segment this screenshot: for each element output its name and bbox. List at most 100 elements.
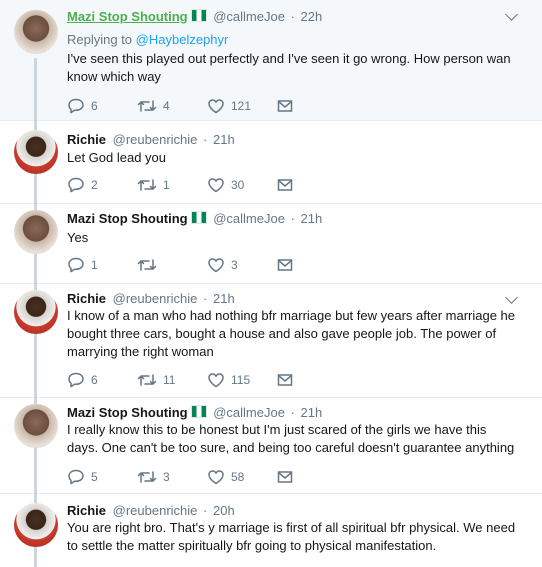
like-button[interactable]: 115	[207, 372, 277, 388]
timestamp[interactable]: 21h	[301, 405, 323, 420]
avatar[interactable]	[14, 210, 58, 254]
reply-button[interactable]: 5	[67, 469, 137, 485]
reply-button[interactable]: 6	[67, 372, 137, 388]
tweet-header: Mazi Stop Shouting @callmeJoe · 21h	[67, 405, 322, 420]
reply-icon	[68, 257, 84, 273]
direct-message-button[interactable]	[277, 373, 293, 387]
tweet-text: Let God lead you	[67, 150, 167, 165]
tweet-text: Yes	[67, 230, 89, 245]
reply-count: 5	[91, 470, 98, 484]
direct-message-button[interactable]	[277, 178, 293, 192]
tweet-text: I've seen this played out perfectly and …	[67, 51, 511, 84]
tweet-text: You are right bro. That's y marriage is …	[67, 520, 516, 553]
display-name[interactable]: Mazi Stop Shouting	[67, 405, 188, 420]
reply-button[interactable]: 2	[67, 177, 137, 193]
username[interactable]: @reubenrichie	[113, 503, 198, 518]
tweet-actions: 6 4 121	[67, 96, 293, 116]
reply-button[interactable]: 1	[67, 257, 137, 273]
like-count: 115	[231, 373, 251, 387]
like-count: 121	[231, 99, 252, 113]
display-name[interactable]: Mazi Stop Shouting	[67, 9, 188, 24]
tweet-actions: 2 1 30	[67, 175, 293, 195]
reply-count: 6	[91, 99, 98, 113]
retweet-icon	[137, 259, 157, 271]
avatar[interactable]	[14, 503, 58, 547]
username[interactable]: @callmeJoe	[213, 9, 285, 24]
like-icon	[208, 258, 224, 273]
retweet-button[interactable]: 4	[137, 98, 207, 114]
like-button[interactable]: 30	[207, 177, 277, 193]
direct-message-button[interactable]	[277, 99, 293, 113]
tweet[interactable]: Richie @reubenrichie · 21h I know of a m…	[0, 284, 542, 398]
separator: ·	[290, 211, 295, 226]
like-count: 30	[231, 178, 245, 192]
mail-icon	[277, 471, 293, 483]
reply-icon	[68, 469, 84, 485]
reply-icon	[68, 177, 84, 193]
tweet[interactable]: Richie @reubenrichie · 21h Let God lead …	[0, 121, 542, 204]
avatar[interactable]	[14, 404, 58, 448]
tweet[interactable]: Mazi Stop Shouting @callmeJoe · 22h Repl…	[0, 0, 542, 121]
display-name[interactable]: Richie	[67, 132, 106, 147]
tweet-header: Mazi Stop Shouting @callmeJoe · 22h	[67, 9, 322, 24]
chevron-down-icon[interactable]	[505, 8, 518, 21]
like-icon	[208, 178, 224, 193]
reply-button[interactable]: 6	[67, 98, 137, 114]
retweet-button[interactable]	[137, 257, 207, 273]
username[interactable]: @callmeJoe	[213, 405, 285, 420]
timestamp[interactable]: 21h	[213, 132, 235, 147]
separator: ·	[203, 503, 208, 518]
reply-count: 1	[91, 258, 98, 272]
avatar[interactable]	[14, 290, 58, 334]
display-name[interactable]: Richie	[67, 503, 106, 518]
retweet-count: 11	[163, 373, 176, 387]
separator: ·	[290, 9, 295, 24]
reply-icon	[68, 372, 84, 388]
reply-count: 2	[91, 178, 98, 192]
username[interactable]: @reubenrichie	[113, 291, 198, 306]
reply-icon	[68, 98, 84, 114]
mail-icon	[277, 179, 293, 191]
replying-to: Replying to @Haybelzephyr	[67, 32, 228, 47]
retweet-icon	[137, 100, 157, 112]
retweet-button[interactable]: 1	[137, 177, 207, 193]
tweet[interactable]: Mazi Stop Shouting @callmeJoe · 21h I re…	[0, 398, 542, 494]
separator: ·	[290, 405, 295, 420]
retweet-button[interactable]: 3	[137, 469, 207, 485]
like-count: 3	[231, 258, 238, 272]
like-button[interactable]: 58	[207, 469, 277, 485]
direct-message-button[interactable]	[277, 258, 293, 272]
retweet-count: 4	[163, 99, 170, 113]
replying-label: Replying to	[67, 32, 133, 47]
mail-icon	[277, 259, 293, 271]
tweet[interactable]: Mazi Stop Shouting @callmeJoe · 21h Yes …	[0, 204, 542, 284]
display-name[interactable]: Mazi Stop Shouting	[67, 211, 188, 226]
direct-message-button[interactable]	[277, 470, 293, 484]
timestamp[interactable]: 20h	[213, 503, 235, 518]
retweet-button[interactable]: 11	[137, 372, 207, 388]
tweet-actions: 1 3	[67, 255, 293, 275]
display-name[interactable]: Richie	[67, 291, 106, 306]
like-button[interactable]: 121	[207, 98, 277, 114]
tweet[interactable]: Richie @reubenrichie · 20h You are right…	[0, 494, 542, 567]
chevron-down-icon[interactable]	[505, 291, 518, 304]
mail-icon	[277, 374, 293, 386]
retweet-icon	[137, 179, 157, 191]
nigeria-flag-icon	[190, 405, 207, 418]
timestamp[interactable]: 22h	[301, 9, 323, 24]
like-count: 58	[231, 470, 245, 484]
avatar[interactable]	[14, 10, 58, 54]
timestamp[interactable]: 21h	[213, 291, 235, 306]
separator: ·	[203, 132, 208, 147]
username[interactable]: @callmeJoe	[213, 211, 285, 226]
like-button[interactable]: 3	[207, 257, 277, 273]
tweet-header: Richie @reubenrichie · 20h	[67, 503, 235, 518]
retweet-icon	[137, 471, 157, 483]
timestamp[interactable]: 21h	[301, 211, 323, 226]
avatar[interactable]	[14, 130, 58, 174]
replying-to-link[interactable]: @Haybelzephyr	[136, 32, 229, 47]
like-icon	[208, 470, 224, 485]
tweet-header: Richie @reubenrichie · 21h	[67, 291, 235, 306]
username[interactable]: @reubenrichie	[113, 132, 198, 147]
reply-count: 6	[91, 373, 98, 387]
